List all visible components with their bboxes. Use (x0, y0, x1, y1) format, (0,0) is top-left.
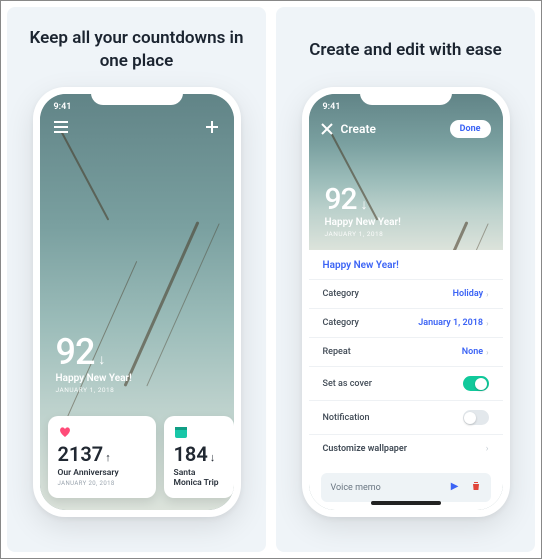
chevron-right-icon: › (486, 348, 488, 357)
arrow-down-icon: ↓ (361, 196, 367, 213)
countdown-card[interactable]: 2137 ↑ Our Anniversary JANUARY 20, 2018 (48, 416, 156, 498)
preview-title: Happy New Year! (325, 217, 401, 228)
event-name-input[interactable]: Happy New Year! (309, 250, 503, 279)
row-repeat[interactable]: Repeat None› (309, 337, 503, 366)
row-value: Holiday (453, 289, 483, 299)
row-label: Category (323, 289, 359, 299)
status-time: 9:41 (323, 102, 341, 112)
row-customize-wallpaper[interactable]: Customize wallpaper › (309, 434, 503, 463)
trash-icon[interactable] (471, 481, 481, 494)
card-title: Our Anniversary (58, 468, 146, 478)
chevron-right-icon: › (486, 290, 488, 299)
close-icon[interactable] (321, 123, 333, 135)
voice-memo-label: Voice memo (331, 483, 381, 493)
notch (91, 87, 183, 105)
row-label: Customize wallpaper (323, 444, 407, 454)
toggle-set-as-cover[interactable] (463, 376, 489, 391)
row-date[interactable]: Category January 1, 2018› (309, 308, 503, 337)
headline-left: Keep all your countdowns in one place (15, 27, 258, 73)
promo-panel-create: Create and edit with ease 9:41 Create Do… (276, 7, 535, 552)
page-title: Create (341, 122, 376, 136)
screen-overview[interactable]: 9:41 92 ↓ Happy New Year! JANUARY 1 (40, 94, 234, 510)
preview-date: JANUARY 1, 2018 (325, 230, 401, 238)
notch (360, 87, 452, 105)
card-date: JANUARY 20, 2018 (58, 480, 146, 487)
toggle-notification[interactable] (463, 410, 489, 425)
row-label: Category (323, 318, 359, 328)
done-button[interactable]: Done (450, 120, 491, 138)
chevron-right-icon: › (486, 444, 489, 454)
heart-icon (58, 424, 72, 438)
row-value: None (462, 347, 483, 357)
chevron-right-icon: › (486, 319, 488, 328)
card-number: 184 (174, 442, 208, 466)
main-event-date: JANUARY 1, 2018 (56, 386, 132, 394)
arrow-down-icon: ↓ (98, 351, 104, 368)
headline-right: Create and edit with ease (309, 27, 502, 73)
menu-icon[interactable] (54, 120, 70, 134)
arrow-up-icon: ↑ (105, 451, 111, 464)
status-time: 9:41 (54, 102, 72, 112)
preview-number: 92 (325, 182, 357, 217)
arrow-down-icon: ↓ (210, 451, 216, 464)
row-label: Notification (323, 413, 370, 423)
main-countdown[interactable]: 92 ↓ Happy New Year! JANUARY 1, 2018 (56, 331, 132, 394)
countdown-card[interactable]: 184 ↓ Santa Monica Trip (164, 416, 234, 498)
calendar-icon (174, 424, 188, 438)
card-number: 2137 (58, 442, 104, 466)
phone-mockup: 9:41 92 ↓ Happy New Year! JANUARY 1 (33, 87, 241, 517)
main-event-title: Happy New Year! (56, 373, 132, 384)
main-countdown-number: 92 (56, 331, 95, 373)
promo-panel-keep: Keep all your countdowns in one place 9:… (7, 7, 266, 552)
phone-mockup: 9:41 Create Done 92 ↓ (302, 87, 510, 517)
screen-create[interactable]: 9:41 Create Done 92 ↓ (309, 94, 503, 510)
row-category[interactable]: Category Holiday› (309, 279, 503, 308)
card-title: Santa Monica Trip (174, 468, 224, 488)
preview-countdown: 92 ↓ Happy New Year! JANUARY 1, 2018 (325, 182, 401, 238)
voice-memo-bar: Voice memo ▶ (321, 473, 491, 502)
play-icon[interactable]: ▶ (451, 481, 459, 494)
row-set-as-cover: Set as cover (309, 366, 503, 400)
row-label: Set as cover (323, 379, 372, 389)
row-label: Repeat (323, 347, 351, 357)
row-value: January 1, 2018 (418, 318, 483, 328)
add-icon[interactable] (204, 120, 220, 134)
row-notification: Notification (309, 400, 503, 434)
home-indicator[interactable] (371, 501, 441, 505)
